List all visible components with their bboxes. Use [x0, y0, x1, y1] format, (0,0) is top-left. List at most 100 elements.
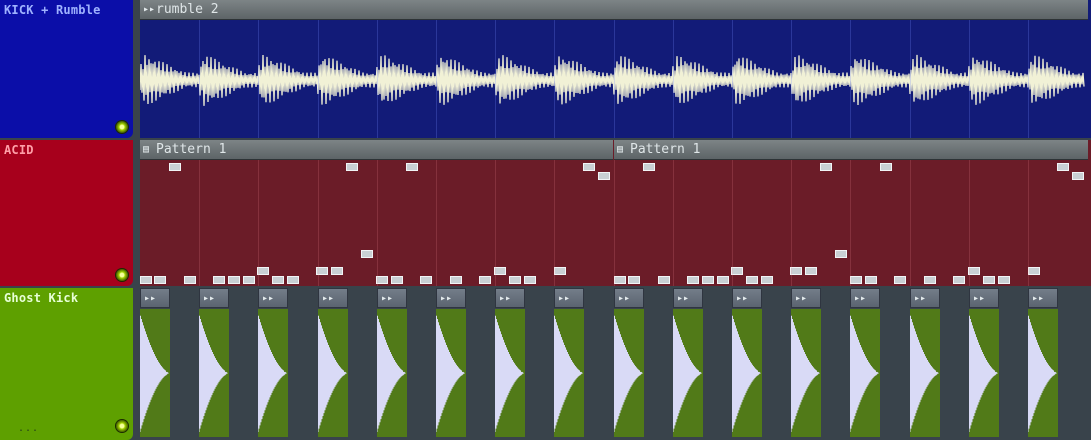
clip-header[interactable]: ▸▸: [850, 288, 880, 308]
audio-clip[interactable]: ▸▸: [791, 288, 821, 440]
note-block[interactable]: [924, 276, 936, 284]
grid-line: [377, 160, 378, 286]
clip-header[interactable]: ▸▸: [554, 288, 584, 308]
audio-clip[interactable]: ▸▸: [495, 288, 525, 440]
waveform-path: [791, 315, 820, 433]
audio-clip[interactable]: ▸▸: [140, 288, 170, 440]
clip-header[interactable]: ▸▸: [258, 288, 288, 308]
note-block[interactable]: [272, 276, 284, 284]
clip-header[interactable]: ▸▸: [910, 288, 940, 308]
note-block[interactable]: [865, 276, 877, 284]
grid-line: [969, 20, 970, 138]
clip-header[interactable]: ▸▸: [673, 288, 703, 308]
note-block[interactable]: [894, 276, 906, 284]
note-block[interactable]: [614, 276, 626, 284]
audio-clip[interactable]: ▸▸: [732, 288, 762, 440]
mute-led-icon[interactable]: [116, 121, 128, 133]
note-block[interactable]: [643, 163, 655, 171]
note-block[interactable]: [213, 276, 225, 284]
note-block[interactable]: [554, 267, 566, 275]
audio-clip[interactable]: ▸▸: [554, 288, 584, 440]
audio-clip[interactable]: ▸▸ rumble 2: [140, 0, 1088, 20]
clip-header[interactable]: ▸▸: [614, 288, 644, 308]
clip-header[interactable]: ▸▸: [377, 288, 407, 308]
track-name: ACID: [4, 143, 34, 157]
note-block[interactable]: [420, 276, 432, 284]
track-name: Ghost Kick: [4, 291, 79, 305]
track-header-ghost-kick[interactable]: Ghost Kick ...: [0, 288, 133, 440]
kick-waveform: [1028, 315, 1057, 433]
note-grid: [140, 160, 1091, 286]
note-block[interactable]: [1057, 163, 1069, 171]
grid-line: [199, 20, 200, 138]
note-block[interactable]: [983, 276, 995, 284]
pattern-clip[interactable]: ▤ Pattern 1: [614, 140, 1088, 160]
mute-led-icon[interactable]: [116, 269, 128, 281]
clip-header[interactable]: ▸▸: [495, 288, 525, 308]
audio-clip-icon: ▸▸: [677, 293, 690, 304]
audio-clip[interactable]: ▸▸: [850, 288, 880, 440]
note-block[interactable]: [1028, 267, 1040, 275]
note-block[interactable]: [835, 250, 847, 258]
audio-clip[interactable]: ▸▸: [673, 288, 703, 440]
note-block[interactable]: [658, 276, 670, 284]
audio-clip[interactable]: ▸▸: [318, 288, 348, 440]
note-block[interactable]: [243, 276, 255, 284]
audio-clip[interactable]: ▸▸: [614, 288, 644, 440]
audio-clip[interactable]: ▸▸: [258, 288, 288, 440]
clip-header[interactable]: ▸▸: [436, 288, 466, 308]
note-block[interactable]: [287, 276, 299, 284]
note-block[interactable]: [406, 163, 418, 171]
clip-body: [495, 309, 525, 437]
note-block[interactable]: [820, 163, 832, 171]
note-block[interactable]: [184, 276, 196, 284]
note-block[interactable]: [154, 276, 166, 284]
note-block[interactable]: [509, 276, 521, 284]
clip-header[interactable]: ▸▸: [199, 288, 229, 308]
pattern-clip[interactable]: ▤ Pattern 1: [140, 140, 613, 160]
note-block[interactable]: [140, 276, 152, 284]
note-block[interactable]: [346, 163, 358, 171]
track-header-acid[interactable]: ACID: [0, 140, 133, 286]
clip-header[interactable]: ▸▸: [1028, 288, 1058, 308]
note-block[interactable]: [880, 163, 892, 171]
mute-led-icon[interactable]: [116, 420, 128, 432]
audio-clip[interactable]: ▸▸: [377, 288, 407, 440]
note-block[interactable]: [850, 276, 862, 284]
note-block[interactable]: [479, 276, 491, 284]
note-block[interactable]: [687, 276, 699, 284]
note-block[interactable]: [805, 267, 817, 275]
note-block[interactable]: [450, 276, 462, 284]
clip-header[interactable]: ▸▸: [732, 288, 762, 308]
note-block[interactable]: [953, 276, 965, 284]
kick-waveform: [614, 315, 643, 433]
clip-header[interactable]: ▸▸: [140, 288, 170, 308]
audio-clip[interactable]: ▸▸: [910, 288, 940, 440]
track-header-kick-rumble[interactable]: KICK + Rumble: [0, 0, 133, 138]
clip-body: [614, 309, 644, 437]
note-block[interactable]: [169, 163, 181, 171]
note-block[interactable]: [761, 276, 773, 284]
note-block[interactable]: [583, 163, 595, 171]
note-block[interactable]: [228, 276, 240, 284]
clip-header[interactable]: ▸▸: [791, 288, 821, 308]
note-block[interactable]: [746, 276, 758, 284]
note-block[interactable]: [598, 172, 610, 180]
note-block[interactable]: [998, 276, 1010, 284]
audio-clip[interactable]: ▸▸: [969, 288, 999, 440]
note-block[interactable]: [331, 267, 343, 275]
note-block[interactable]: [717, 276, 729, 284]
audio-clip[interactable]: ▸▸: [1028, 288, 1058, 440]
note-block[interactable]: [702, 276, 714, 284]
grid-line: [850, 160, 851, 286]
note-block[interactable]: [1072, 172, 1084, 180]
note-block[interactable]: [628, 276, 640, 284]
kick-waveform: [199, 315, 228, 433]
note-block[interactable]: [361, 250, 373, 258]
audio-clip[interactable]: ▸▸: [436, 288, 466, 440]
clip-header[interactable]: ▸▸: [969, 288, 999, 308]
clip-header[interactable]: ▸▸: [318, 288, 348, 308]
note-block[interactable]: [391, 276, 403, 284]
audio-clip[interactable]: ▸▸: [199, 288, 229, 440]
note-block[interactable]: [524, 276, 536, 284]
